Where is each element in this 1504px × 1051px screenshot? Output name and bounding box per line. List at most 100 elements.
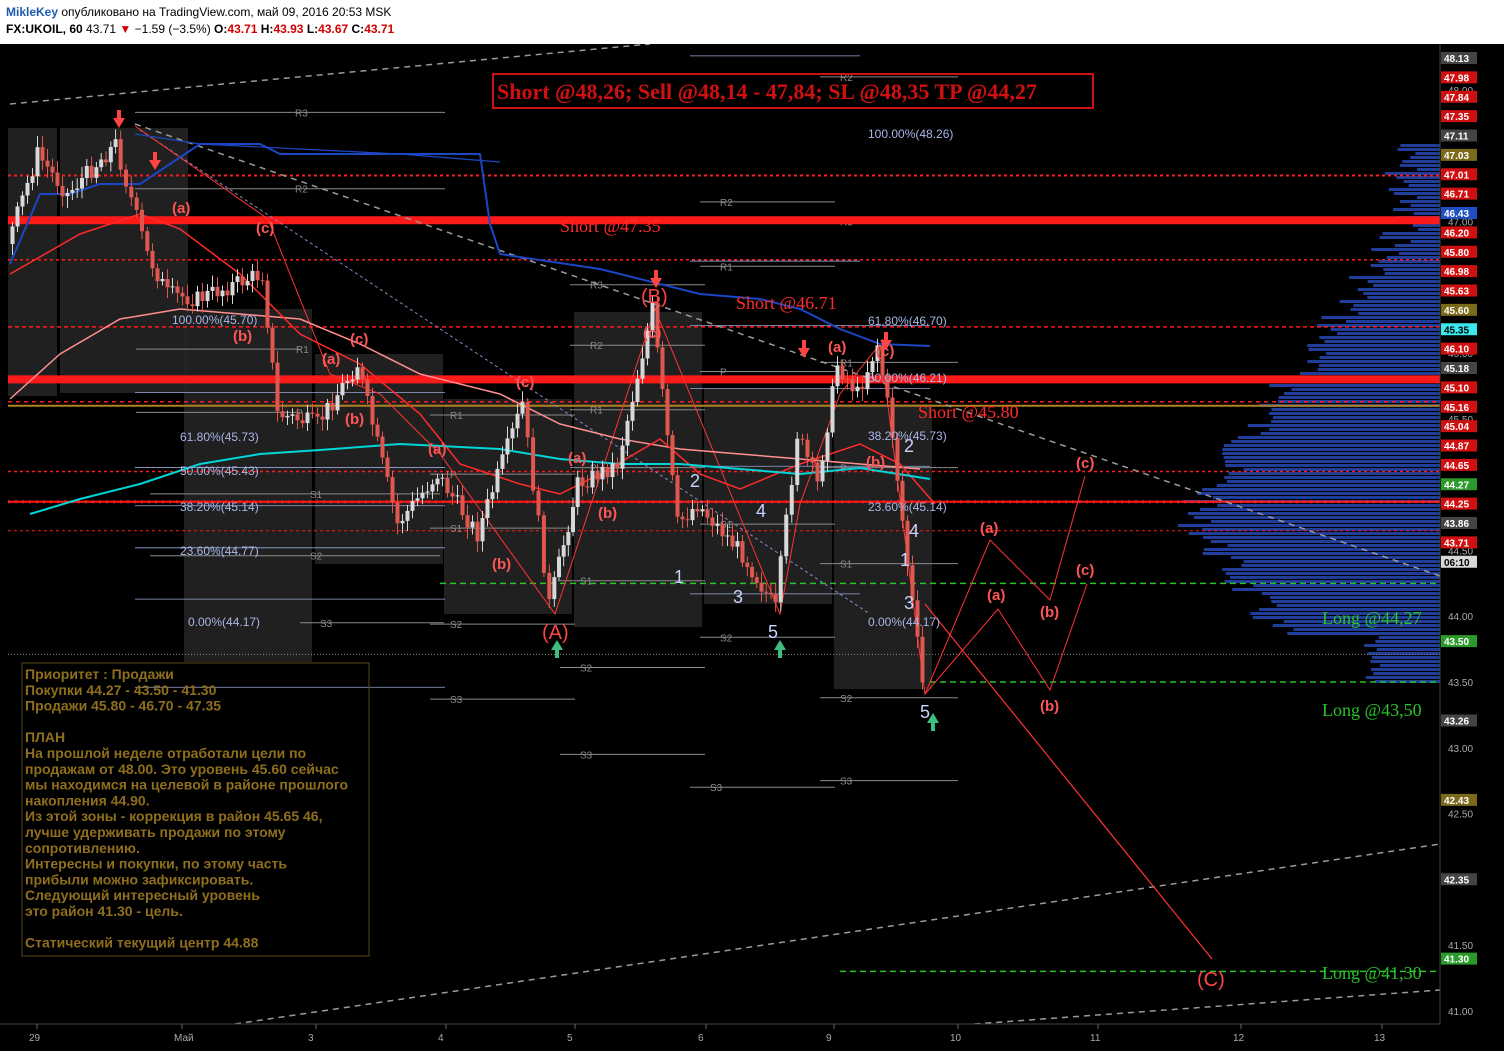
price-chart[interactable]: R3R2R1PS1S2S3R1PS1S2S3R3R2R1PS1S2S3R2R1P… [0,44,1504,1051]
price-axis[interactable]: 48.0047.5047.0046.5046.0045.5045.0044.50… [1439,44,1504,1051]
volume-profile-bar [1383,268,1440,271]
pivot-label: S1 [310,490,323,501]
wave-B-label: (B) [641,286,668,308]
time-tick: 12 [1233,1033,1245,1044]
volume-profile-bar [1388,188,1440,191]
candle-body [140,209,144,232]
candle-body [108,147,113,163]
symbol-name[interactable]: FX:UKOIL, 60 [6,22,83,36]
candle-body [810,457,815,463]
candle-body [825,432,830,461]
sell-arrow-icon [654,270,658,278]
fib-right-100: 100.00%(48.26) [868,127,953,141]
wave-3-label: 3 [904,593,914,613]
candle-body [710,517,715,526]
volume-profile-bar [1319,356,1440,359]
candle-body [495,468,500,493]
price-tag-label: 47.03 [1444,151,1469,162]
candle-body [895,437,900,481]
volume-profile-bar [1399,164,1440,167]
volume-profile-bar [1269,428,1440,431]
volume-profile-bar [1345,320,1440,323]
candle-body [768,592,773,594]
candle-body [305,412,310,424]
volume-profile-bar [1350,308,1440,311]
time-tick: 10 [950,1033,962,1044]
price-tag-label: 44.87 [1444,442,1469,453]
candle-body [715,523,720,526]
candle-body [410,500,415,511]
pivot-label: S3 [710,783,723,794]
pivot-label: S2 [720,633,733,644]
volume-profile-bar [1293,628,1440,631]
candle-body [820,460,825,482]
wave-C-label: (C) [1197,969,1225,991]
volume-profile-bar [1197,492,1440,495]
price-tag-label: 41.30 [1444,955,1469,966]
price-tag-label: 45.80 [1444,248,1469,259]
wave-1-label: 1 [674,567,684,587]
sell-arrow-icon [884,332,888,340]
wave-3-label: 3 [733,587,743,607]
high-value: 43.93 [273,22,304,36]
candle-body [465,515,470,528]
candle-body [510,428,515,439]
price-tag-label: 44.27 [1444,480,1469,491]
candle-body [500,454,505,469]
author-link[interactable]: MikleKey [6,5,58,19]
volume-profile-bar [1397,148,1440,151]
time-axis[interactable]: 29 Май 3 4 5 6 9 10 11 12 13 [0,1023,1440,1051]
candle-body [40,147,45,161]
candle-body [310,412,315,414]
candle-body [475,521,480,542]
high-label: H: [260,22,274,36]
pivot-label: S3 [320,619,333,630]
price-tag-label: 43.86 [1444,519,1469,530]
pivot-label: S1 [450,524,463,535]
volume-profile-bar [1203,548,1440,551]
short-4735-label: Short @47.35 [560,216,661,236]
volume-profile-bar [1367,280,1440,283]
volume-profile-bar [1226,480,1440,483]
volume-profile-bar [1200,508,1440,511]
candle-body [220,290,225,297]
wave-a-label: (a) [828,339,846,356]
volume-profile-bar [1371,248,1440,251]
volume-profile-bar [1307,344,1440,347]
consolidation-zone [315,354,443,564]
volume-profile-bar [1212,496,1440,499]
candle-body [84,165,89,178]
price-tag-label: 42.35 [1444,875,1469,886]
candle-body [280,411,285,418]
volume-profile-bar [1370,264,1440,267]
candle-body [860,386,865,390]
volume-profile-bar [1227,544,1440,547]
consolidation-zone [60,128,188,393]
volume-profile-bar [1375,640,1440,643]
wave-c-label: (c) [876,343,894,360]
candle-body [195,291,200,307]
consolidation-zone [184,309,312,662]
trade-title-box: Short @48,26; Sell @48,14 - 47,84; SL @4… [492,73,1094,109]
candle-body [300,420,305,424]
volume-profile-bar [1307,360,1440,363]
sell-arrow-icon [802,340,806,348]
wave-a-label: (a) [568,450,586,467]
candle-body [25,182,30,196]
pivot-label: R1 [296,345,309,356]
candle-body [160,279,165,282]
candle-body [10,226,15,244]
pivot-label: S3 [450,695,463,706]
pivot-label: S1 [840,560,853,571]
open-label: O: [214,22,228,36]
candle-body [295,414,300,421]
volume-profile-bar [1326,352,1440,355]
price-tag-label: 46.43 [1444,209,1469,220]
candle-body [275,362,280,412]
candle-body [685,519,690,521]
candle-body [665,389,670,436]
candle-body [335,395,340,411]
volume-profile-bar [1337,332,1440,335]
candle-body [94,167,99,178]
time-tick: 6 [698,1033,704,1044]
